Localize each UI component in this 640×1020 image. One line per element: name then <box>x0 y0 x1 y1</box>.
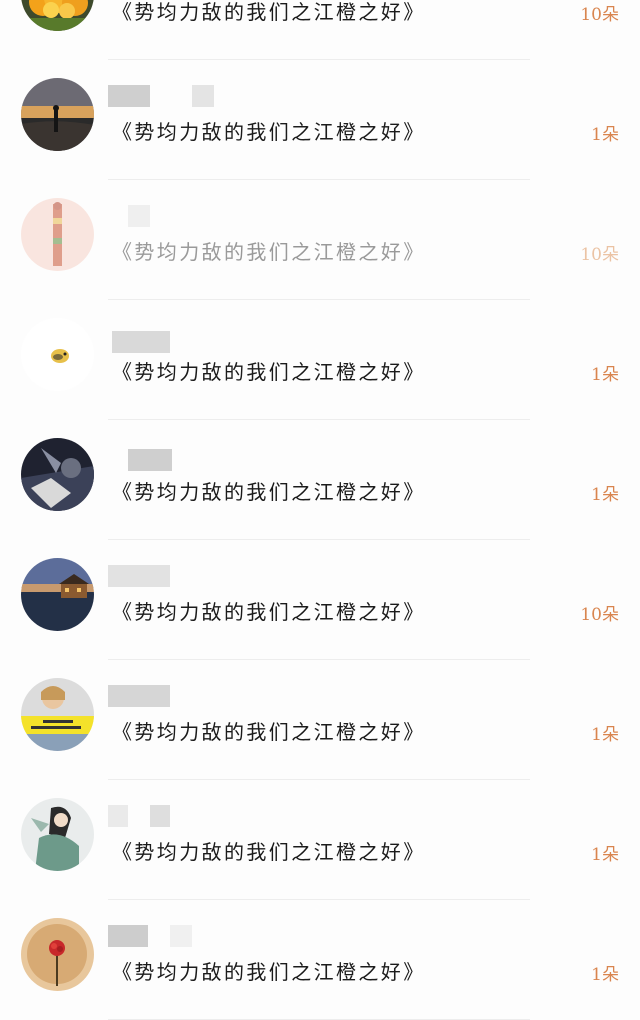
list-item[interactable]: 《势均力敌的我们之江橙之好》 1朵 <box>0 420 640 540</box>
pencil-avatar[interactable] <box>21 198 94 271</box>
small-bird-avatar[interactable] <box>21 318 94 391</box>
flower-avatar[interactable] <box>21 0 94 31</box>
list-item[interactable]: 《势均力敌的我们之江橙之好》 10朵 <box>0 180 640 300</box>
list-item[interactable]: 《势均力敌的我们之江橙之好》 1朵 <box>0 300 640 420</box>
username-pixelated <box>108 565 248 587</box>
flower-count: 10朵 <box>580 5 619 25</box>
girl-car-avatar[interactable] <box>21 678 94 751</box>
sunset-silhouette-avatar[interactable] <box>21 78 94 151</box>
book-title: 《势均力敌的我们之江橙之好》 <box>112 120 426 144</box>
list-item[interactable]: 《势均力敌的我们之江橙之好》 10朵 <box>0 0 640 60</box>
anime-figure-avatar[interactable] <box>21 798 94 871</box>
flower-count: 1朵 <box>591 485 619 505</box>
red-flower-avatar[interactable] <box>21 918 94 991</box>
list-item[interactable]: 《势均力敌的我们之江橙之好》 10朵 <box>0 540 640 660</box>
book-title: 《势均力敌的我们之江橙之好》 <box>112 480 426 504</box>
username-pixelated <box>108 925 248 947</box>
flower-count: 1朵 <box>591 965 619 985</box>
flower-count: 10朵 <box>580 245 619 265</box>
dark-figure-avatar[interactable] <box>21 438 94 511</box>
username-pixelated <box>108 205 248 227</box>
flower-count: 1朵 <box>591 725 619 745</box>
flower-count: 1朵 <box>591 365 619 385</box>
book-title: 《势均力敌的我们之江橙之好》 <box>112 0 426 24</box>
username-pixelated <box>108 325 248 353</box>
book-title: 《势均力敌的我们之江橙之好》 <box>112 360 426 384</box>
list-item[interactable]: 《势均力敌的我们之江橙之好》 1朵 <box>0 900 640 1020</box>
username-pixelated <box>108 805 248 827</box>
book-title: 《势均力敌的我们之江橙之好》 <box>112 960 426 984</box>
book-title: 《势均力敌的我们之江橙之好》 <box>112 840 426 864</box>
flower-count: 1朵 <box>591 845 619 865</box>
book-title: 《势均力敌的我们之江橙之好》 <box>112 720 426 744</box>
lake-house-avatar[interactable] <box>21 558 94 631</box>
username-pixelated <box>108 445 248 471</box>
list-item[interactable]: 《势均力敌的我们之江橙之好》 1朵 <box>0 780 640 900</box>
book-title: 《势均力敌的我们之江橙之好》 <box>112 240 426 264</box>
reward-list: 《势均力敌的我们之江橙之好》 10朵 《势均力敌的我们之江橙之好》 1朵 《势均… <box>0 0 640 1020</box>
book-title: 《势均力敌的我们之江橙之好》 <box>112 600 426 624</box>
flower-count: 1朵 <box>591 125 619 145</box>
username-pixelated <box>108 685 248 707</box>
flower-count: 10朵 <box>580 605 619 625</box>
list-item[interactable]: 《势均力敌的我们之江橙之好》 1朵 <box>0 660 640 780</box>
username-pixelated <box>108 85 248 107</box>
list-item[interactable]: 《势均力敌的我们之江橙之好》 1朵 <box>0 60 640 180</box>
